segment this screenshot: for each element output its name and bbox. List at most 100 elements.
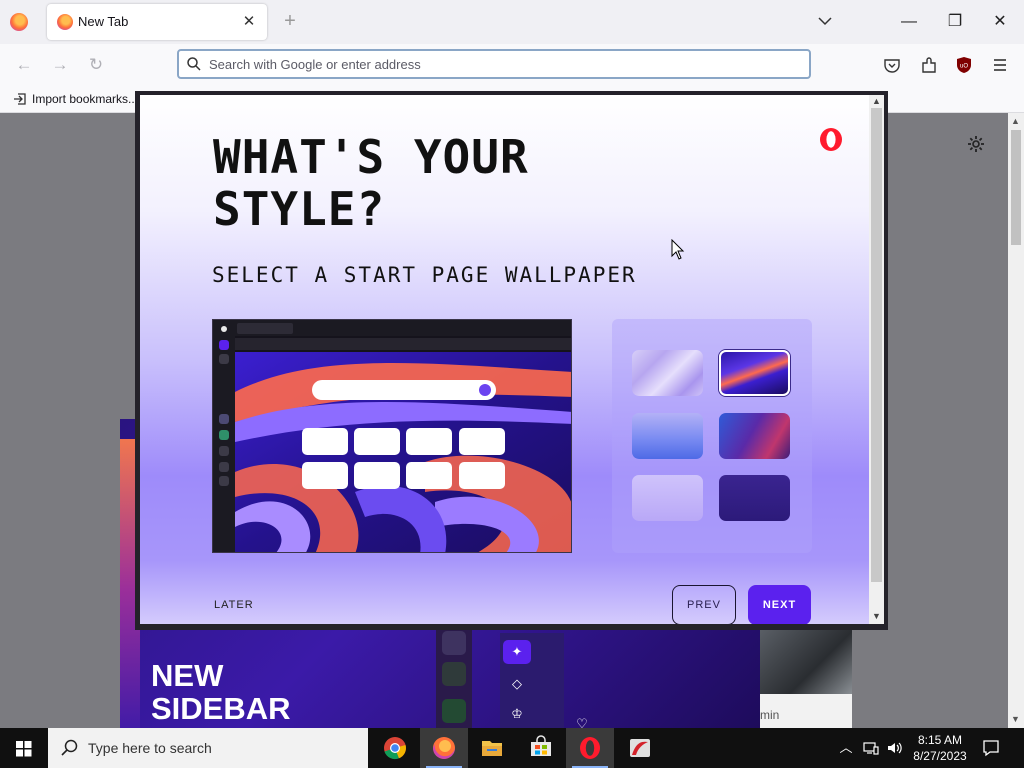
preview-sidebar-dot xyxy=(219,414,229,424)
svg-text:uO: uO xyxy=(960,64,968,70)
volume-icon[interactable] xyxy=(886,739,904,757)
system-clock[interactable]: 8:15 AM 8/27/2023 xyxy=(912,732,968,764)
scrollbar-thumb[interactable] xyxy=(1011,130,1021,245)
wallpaper-option-dark-aurora[interactable] xyxy=(719,413,790,459)
dialog-scroll-down-icon[interactable]: ▼ xyxy=(872,611,881,621)
new-tab-button[interactable]: + xyxy=(279,10,301,32)
pocket-icon[interactable] xyxy=(882,55,902,75)
tab-close-icon[interactable]: ✕ xyxy=(239,12,259,32)
restore-button[interactable]: ❐ xyxy=(943,10,967,34)
preview-sidebar-dot xyxy=(219,476,229,486)
preview-speed-dial-tile xyxy=(459,428,505,455)
forward-arrow-icon[interactable]: → xyxy=(49,54,71,76)
promo-title-line2: SIDEBAR xyxy=(151,691,291,726)
diamond-icon: ◇ xyxy=(512,676,522,691)
firefox-view-icon[interactable] xyxy=(10,13,28,31)
aria-icon xyxy=(442,631,466,655)
crown-icon: ♔ xyxy=(511,706,523,721)
url-bar[interactable] xyxy=(177,49,811,79)
chrome-icon[interactable] xyxy=(371,728,419,768)
chevron-down-icon[interactable] xyxy=(816,12,834,30)
close-window-button[interactable]: ✕ xyxy=(988,10,1012,34)
preview-speed-dial-tile xyxy=(354,428,400,455)
gear-icon[interactable] xyxy=(966,134,986,154)
preview-sidebar-dot xyxy=(219,340,229,350)
promo-title: NEW SIDEBAR xyxy=(151,659,291,725)
wallpaper-option-deep-indigo[interactable] xyxy=(719,475,790,521)
dialog-subtitle: SELECT A START PAGE WALLPAPER xyxy=(212,263,637,287)
minimize-button[interactable]: — xyxy=(897,10,921,34)
wallpaper-option-lilac-soft[interactable] xyxy=(632,475,703,521)
microsoft-store-icon[interactable] xyxy=(517,728,565,768)
taskbar-search-placeholder: Type here to search xyxy=(88,740,212,756)
pdf-reader-icon[interactable] xyxy=(616,728,664,768)
tab-title: New Tab xyxy=(78,14,129,29)
preview-search-field xyxy=(312,380,496,400)
preview-search-button xyxy=(479,384,491,396)
tab-new-tab[interactable]: New Tab ✕ xyxy=(47,4,267,40)
news-card[interactable]: min xyxy=(760,629,852,728)
preview-speed-dial-tile xyxy=(302,462,348,489)
show-hidden-icons-chevron-icon[interactable]: ︿ xyxy=(837,739,855,757)
import-bookmarks-link[interactable]: Import bookmarks... xyxy=(32,92,138,106)
preview-speed-dial-tile xyxy=(302,428,348,455)
preview-speed-dial-tile xyxy=(354,462,400,489)
notifications-icon[interactable] xyxy=(981,738,1001,758)
wallpaper-onboarding-dialog: WHAT'S YOUR STYLE? SELECT A START PAGE W… xyxy=(140,95,869,624)
news-card-caption: min xyxy=(760,708,780,722)
preview-speed-dial-tile xyxy=(459,462,505,489)
opera-logo-icon xyxy=(820,128,842,151)
prev-button[interactable]: PREV xyxy=(672,585,736,624)
firefox-icon xyxy=(433,737,455,759)
scroll-up-icon[interactable]: ▲ xyxy=(1011,116,1020,126)
preview-sidebar-dot xyxy=(219,462,229,472)
ublock-origin-icon[interactable]: uO xyxy=(954,55,974,75)
promo-title-line1: NEW xyxy=(151,658,224,693)
reload-icon[interactable]: ↻ xyxy=(85,54,107,76)
preview-addressbar xyxy=(235,338,571,350)
later-button[interactable]: LATER xyxy=(214,599,254,611)
opera-taskbar-button[interactable] xyxy=(566,728,614,768)
heart-icon: ♡ xyxy=(576,716,588,728)
network-icon[interactable] xyxy=(862,739,880,757)
back-arrow-icon[interactable]: ← xyxy=(13,54,35,76)
file-explorer-icon[interactable] xyxy=(468,728,516,768)
extensions-icon[interactable] xyxy=(919,55,939,75)
mouse-cursor-icon xyxy=(671,239,685,260)
wallpaper-option-blue-lilac[interactable] xyxy=(632,413,703,459)
preview-sidebar-dot xyxy=(219,430,229,440)
preview-sidebar-dot xyxy=(219,446,229,456)
clock-date: 8/27/2023 xyxy=(913,749,967,763)
import-icon[interactable] xyxy=(12,91,28,107)
sparkle-icon: ✦ xyxy=(503,640,531,664)
clock-time: 8:15 AM xyxy=(917,733,963,747)
opera-icon xyxy=(580,737,600,759)
firefox-taskbar-button[interactable] xyxy=(420,728,468,768)
whatsapp-icon xyxy=(442,699,466,723)
dialog-title: WHAT'S YOUR STYLE? xyxy=(213,130,529,236)
search-icon xyxy=(61,739,78,756)
wallpaper-option-purple-swirl[interactable] xyxy=(719,350,790,396)
page-scrollbar[interactable]: ▲ ▼ xyxy=(1008,113,1024,728)
url-input[interactable] xyxy=(209,54,789,74)
tab-strip: New Tab ✕ + — ❐ ✕ xyxy=(0,0,1024,44)
firefox-favicon-icon xyxy=(57,14,73,30)
hamburger-menu-icon[interactable] xyxy=(990,55,1010,75)
wallpaper-option-pastel-swirl[interactable] xyxy=(632,350,703,396)
preview-sidebar-dot xyxy=(219,354,229,364)
navigation-toolbar: ← → ↻ uO xyxy=(0,44,1024,86)
windows-start-icon[interactable] xyxy=(0,728,48,768)
news-card-image xyxy=(760,629,852,694)
dialog-scrollbar[interactable]: ▲ ▼ xyxy=(869,95,884,624)
preview-speed-dial-tile xyxy=(406,462,452,489)
chatgpt-icon xyxy=(442,662,466,686)
windows-taskbar: Type here to search ︿ 8:15 AM 8/27/2023 xyxy=(0,728,1024,768)
scroll-down-icon[interactable]: ▼ xyxy=(1011,714,1020,724)
preview-speed-dial-tile xyxy=(406,428,452,455)
wallpaper-picker xyxy=(612,319,812,553)
next-button[interactable]: NEXT xyxy=(748,585,811,624)
dialog-scroll-up-icon[interactable]: ▲ xyxy=(872,96,881,106)
preview-opera-dot xyxy=(221,326,227,332)
taskbar-search-box[interactable]: Type here to search xyxy=(48,728,368,768)
dialog-scrollbar-thumb[interactable] xyxy=(871,108,882,582)
